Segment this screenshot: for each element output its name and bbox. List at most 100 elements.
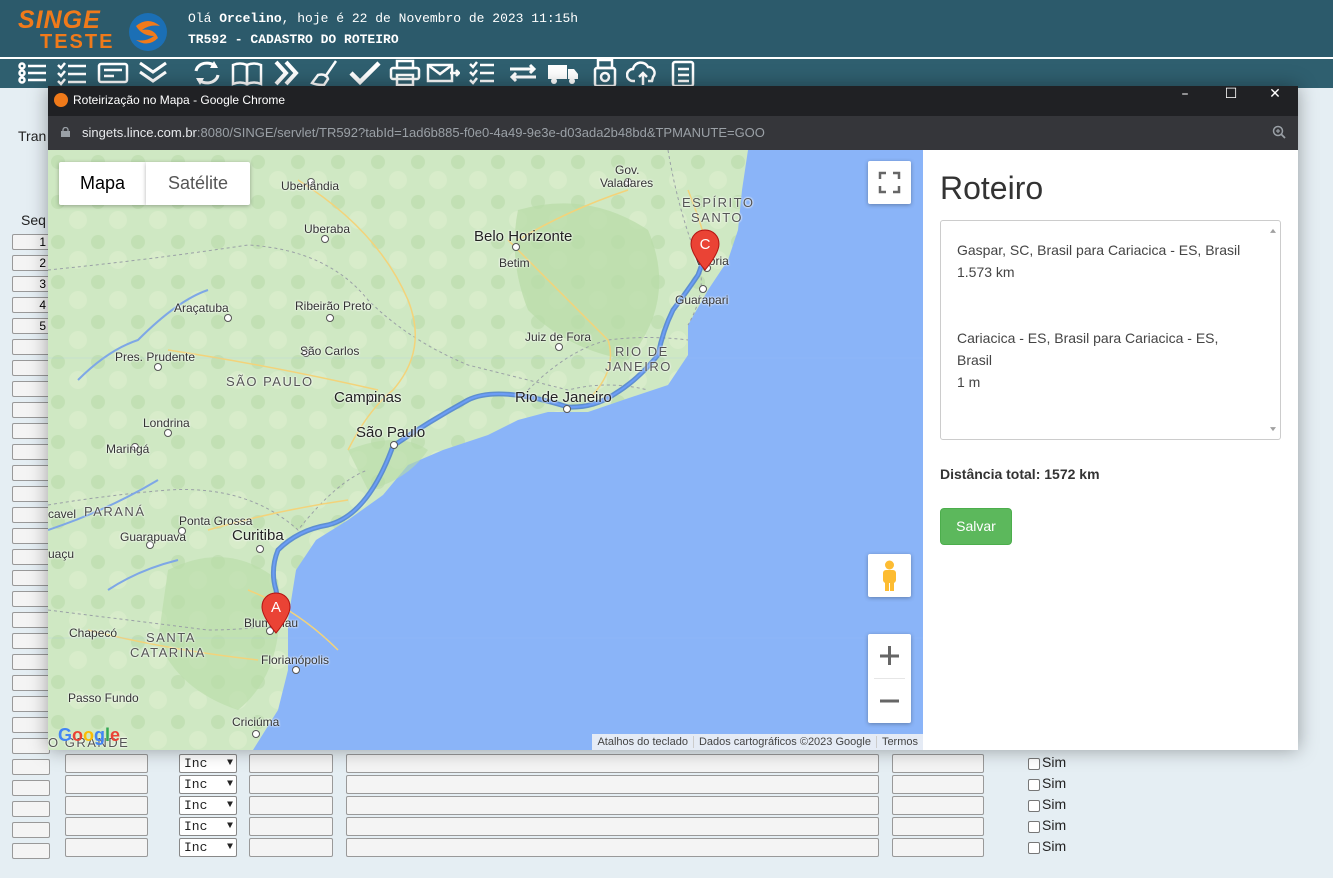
date-input[interactable]: [249, 796, 333, 815]
broom-icon[interactable]: [310, 59, 344, 87]
sequence-input[interactable]: [12, 339, 50, 355]
printer-icon[interactable]: [388, 59, 422, 87]
sequence-input[interactable]: [12, 486, 50, 502]
terms-link[interactable]: Termos: [875, 736, 923, 748]
zoom-in-icon[interactable]: [868, 634, 911, 678]
sequence-input[interactable]: 2: [12, 255, 50, 271]
check-icon[interactable]: [348, 59, 382, 87]
tab-map[interactable]: Mapa: [59, 162, 146, 205]
sequence-input[interactable]: [12, 780, 50, 796]
list-icon[interactable]: [16, 59, 50, 87]
value-input[interactable]: [892, 754, 984, 773]
sequence-input[interactable]: [12, 717, 50, 733]
sequence-input[interactable]: [12, 381, 50, 397]
sequence-input[interactable]: [12, 465, 50, 481]
sequence-input[interactable]: [12, 549, 50, 565]
keyboard-shortcuts-link[interactable]: Atalhos do teclado: [592, 736, 693, 748]
sequence-input[interactable]: [12, 612, 50, 628]
save-button[interactable]: Salvar: [940, 508, 1012, 545]
sim-checkbox[interactable]: [1028, 821, 1040, 833]
refresh-icon[interactable]: [190, 59, 224, 87]
minimize-button[interactable]: –: [1162, 86, 1208, 116]
maximize-button[interactable]: ☐: [1208, 86, 1254, 116]
type-select[interactable]: Inc ▼: [179, 838, 237, 857]
date-input[interactable]: [249, 754, 333, 773]
clipboard-icon[interactable]: [666, 59, 700, 87]
cloud-upload-icon[interactable]: [626, 59, 660, 87]
date-input[interactable]: [249, 838, 333, 857]
window-title-bar[interactable]: Roteirização no Mapa - Google Chrome – ☐…: [48, 86, 1298, 116]
type-select[interactable]: Inc ▼: [179, 754, 237, 773]
map-marker-c[interactable]: C: [690, 229, 720, 271]
double-chevron-down-icon[interactable]: [136, 59, 170, 87]
url-text[interactable]: singets.lince.com.br:8080/SINGE/servlet/…: [82, 125, 765, 140]
google-map[interactable]: Gov. Valadares Uberlândia Uberaba Belo H…: [48, 150, 923, 750]
task-list-icon[interactable]: [466, 59, 500, 87]
sequence-input[interactable]: [12, 507, 50, 523]
sim-checkbox[interactable]: [1028, 779, 1040, 791]
tab-satellite[interactable]: Satélite: [146, 162, 250, 205]
street-view-button[interactable]: [868, 554, 911, 597]
sequence-input[interactable]: [12, 801, 50, 817]
code-input[interactable]: [65, 754, 148, 773]
sequence-input[interactable]: [12, 696, 50, 712]
description-input[interactable]: [346, 775, 879, 794]
sequence-input[interactable]: [12, 822, 50, 838]
truck-icon[interactable]: [546, 59, 580, 87]
type-select[interactable]: Inc ▼: [179, 775, 237, 794]
email-send-icon[interactable]: [426, 59, 460, 87]
book-icon[interactable]: [230, 59, 264, 87]
zoom-out-icon[interactable]: [868, 679, 911, 723]
sequence-input[interactable]: [12, 444, 50, 460]
description-input[interactable]: [346, 754, 879, 773]
type-select[interactable]: Inc ▼: [179, 817, 237, 836]
sequence-input[interactable]: 5: [12, 318, 50, 334]
sequence-input[interactable]: [12, 591, 50, 607]
route-legs-box[interactable]: Gaspar, SC, Brasil para Cariacica - ES, …: [940, 220, 1281, 440]
fast-forward-icon[interactable]: [270, 59, 304, 87]
date-input[interactable]: [249, 775, 333, 794]
description-input[interactable]: [346, 796, 879, 815]
value-input[interactable]: [892, 817, 984, 836]
sequence-input[interactable]: [12, 654, 50, 670]
code-input[interactable]: [65, 796, 148, 815]
fullscreen-button[interactable]: [868, 161, 911, 204]
sequence-input[interactable]: [12, 570, 50, 586]
sequence-input[interactable]: [12, 738, 50, 754]
description-input[interactable]: [346, 817, 879, 836]
code-input[interactable]: [65, 838, 148, 857]
map-attribution: Atalhos do teclado Dados cartográficos ©2…: [592, 734, 923, 750]
sim-checkbox[interactable]: [1028, 758, 1040, 770]
sim-checkbox[interactable]: [1028, 800, 1040, 812]
sequence-input[interactable]: [12, 402, 50, 418]
card-icon[interactable]: [96, 59, 130, 87]
transfer-icon[interactable]: [506, 59, 540, 87]
sequence-input[interactable]: 3: [12, 276, 50, 292]
sequence-input[interactable]: 4: [12, 297, 50, 313]
value-input[interactable]: [892, 838, 984, 857]
date-input[interactable]: [249, 817, 333, 836]
sequence-input[interactable]: [12, 360, 50, 376]
code-input[interactable]: [65, 817, 148, 836]
sequence-input[interactable]: [12, 675, 50, 691]
description-input[interactable]: [346, 838, 879, 857]
map-marker-a[interactable]: A: [261, 592, 291, 634]
checklist-icon[interactable]: [56, 59, 90, 87]
sequence-input[interactable]: [12, 528, 50, 544]
route-box-scrollbar[interactable]: [1266, 221, 1280, 439]
sequence-input[interactable]: [12, 759, 50, 775]
close-button[interactable]: ✕: [1252, 86, 1298, 116]
value-input[interactable]: [892, 796, 984, 815]
sequence-input[interactable]: [12, 633, 50, 649]
type-select[interactable]: Inc ▼: [179, 796, 237, 815]
sim-checkbox[interactable]: [1028, 842, 1040, 854]
usb-drive-icon[interactable]: [588, 59, 622, 87]
sequence-input[interactable]: [12, 843, 50, 859]
code-input[interactable]: [65, 775, 148, 794]
value-input[interactable]: [892, 775, 984, 794]
sequence-input[interactable]: [12, 423, 50, 439]
address-bar[interactable]: singets.lince.com.br:8080/SINGE/servlet/…: [48, 116, 1298, 150]
city-label: Guarapuava: [120, 530, 187, 544]
sequence-input[interactable]: 1: [12, 234, 50, 250]
zoom-icon[interactable]: [1272, 125, 1286, 139]
